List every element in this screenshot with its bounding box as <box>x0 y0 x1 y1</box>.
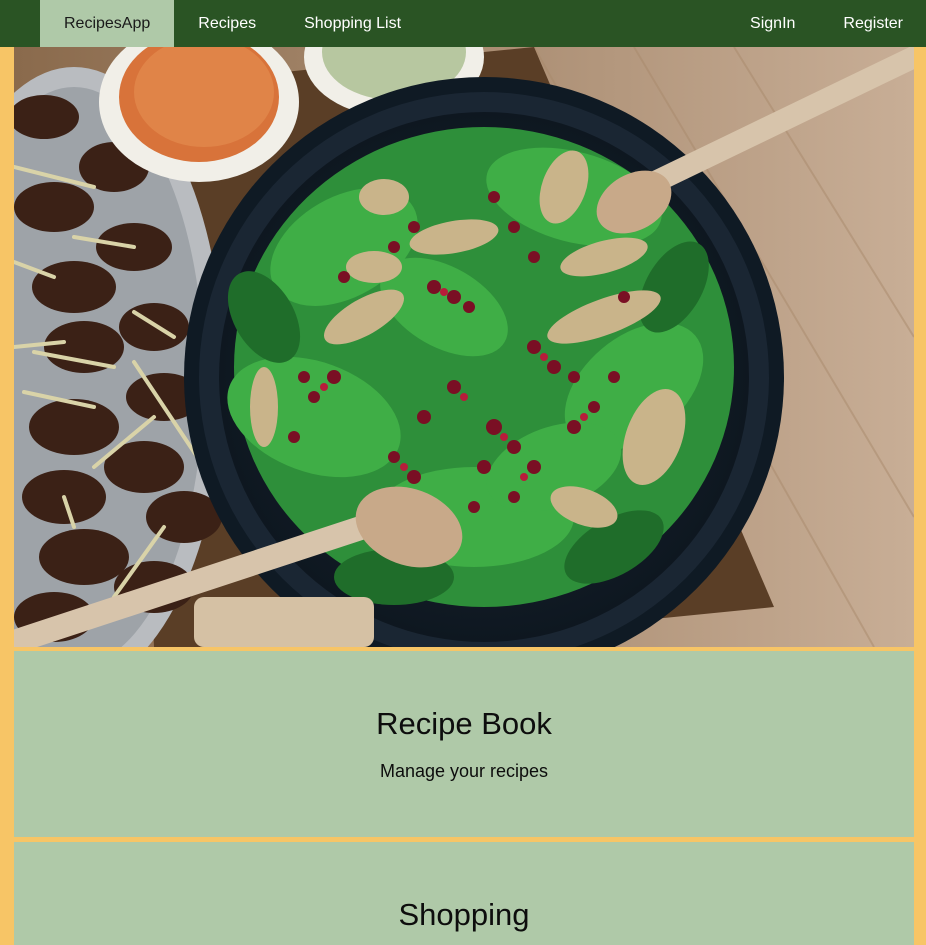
nav-link-recipes[interactable]: Recipes <box>174 0 280 47</box>
recipe-book-card[interactable]: Recipe Book Manage your recipes <box>14 651 914 837</box>
top-navbar: RecipesApp Recipes Shopping List SignIn … <box>0 0 926 47</box>
recipe-book-title: Recipe Book <box>376 706 552 741</box>
nav-right-group: SignIn Register <box>726 0 926 47</box>
shopping-card[interactable]: Shopping <box>14 842 914 945</box>
recipe-book-subtitle: Manage your recipes <box>379 761 549 781</box>
brand-link[interactable]: RecipesApp <box>40 0 175 47</box>
hero-image <box>14 47 914 647</box>
register-link[interactable]: Register <box>819 0 926 47</box>
shopping-title: Shopping <box>398 897 530 932</box>
signin-link[interactable]: SignIn <box>726 0 819 47</box>
salad-bowl-illustration <box>14 47 914 647</box>
nav-link-shopping-list[interactable]: Shopping List <box>280 0 425 47</box>
nav-left-group: RecipesApp Recipes Shopping List <box>40 0 425 47</box>
